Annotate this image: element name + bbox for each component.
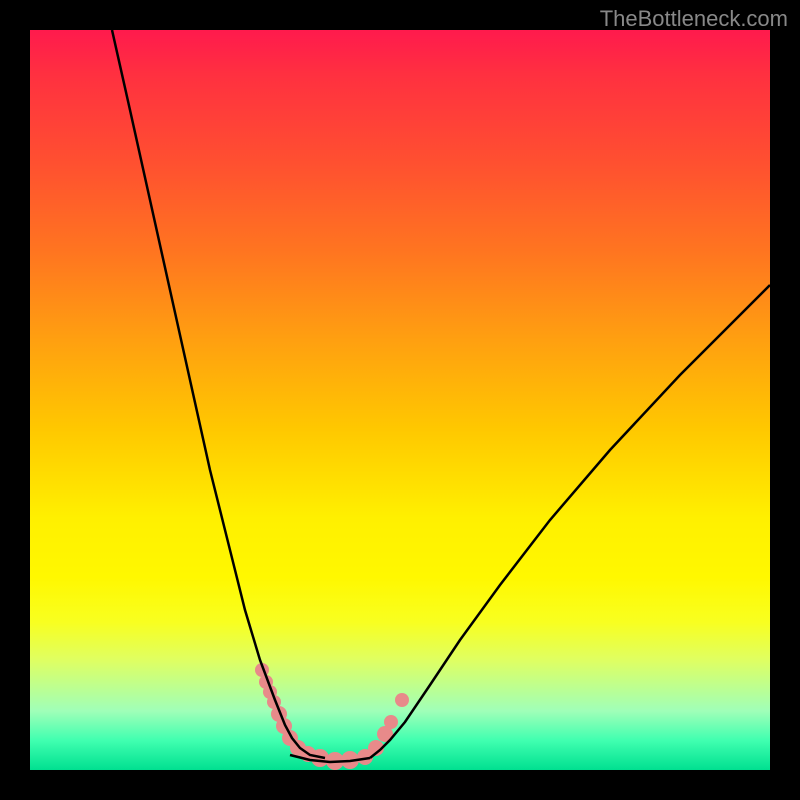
highlight-markers: [255, 663, 409, 770]
curve-left: [112, 30, 325, 758]
curve-right: [370, 285, 770, 758]
highlight-dot: [395, 693, 409, 707]
watermark-text: TheBottleneck.com: [600, 6, 788, 32]
chart-svg: [30, 30, 770, 770]
highlight-dot: [384, 715, 398, 729]
chart-plot-area: [30, 30, 770, 770]
